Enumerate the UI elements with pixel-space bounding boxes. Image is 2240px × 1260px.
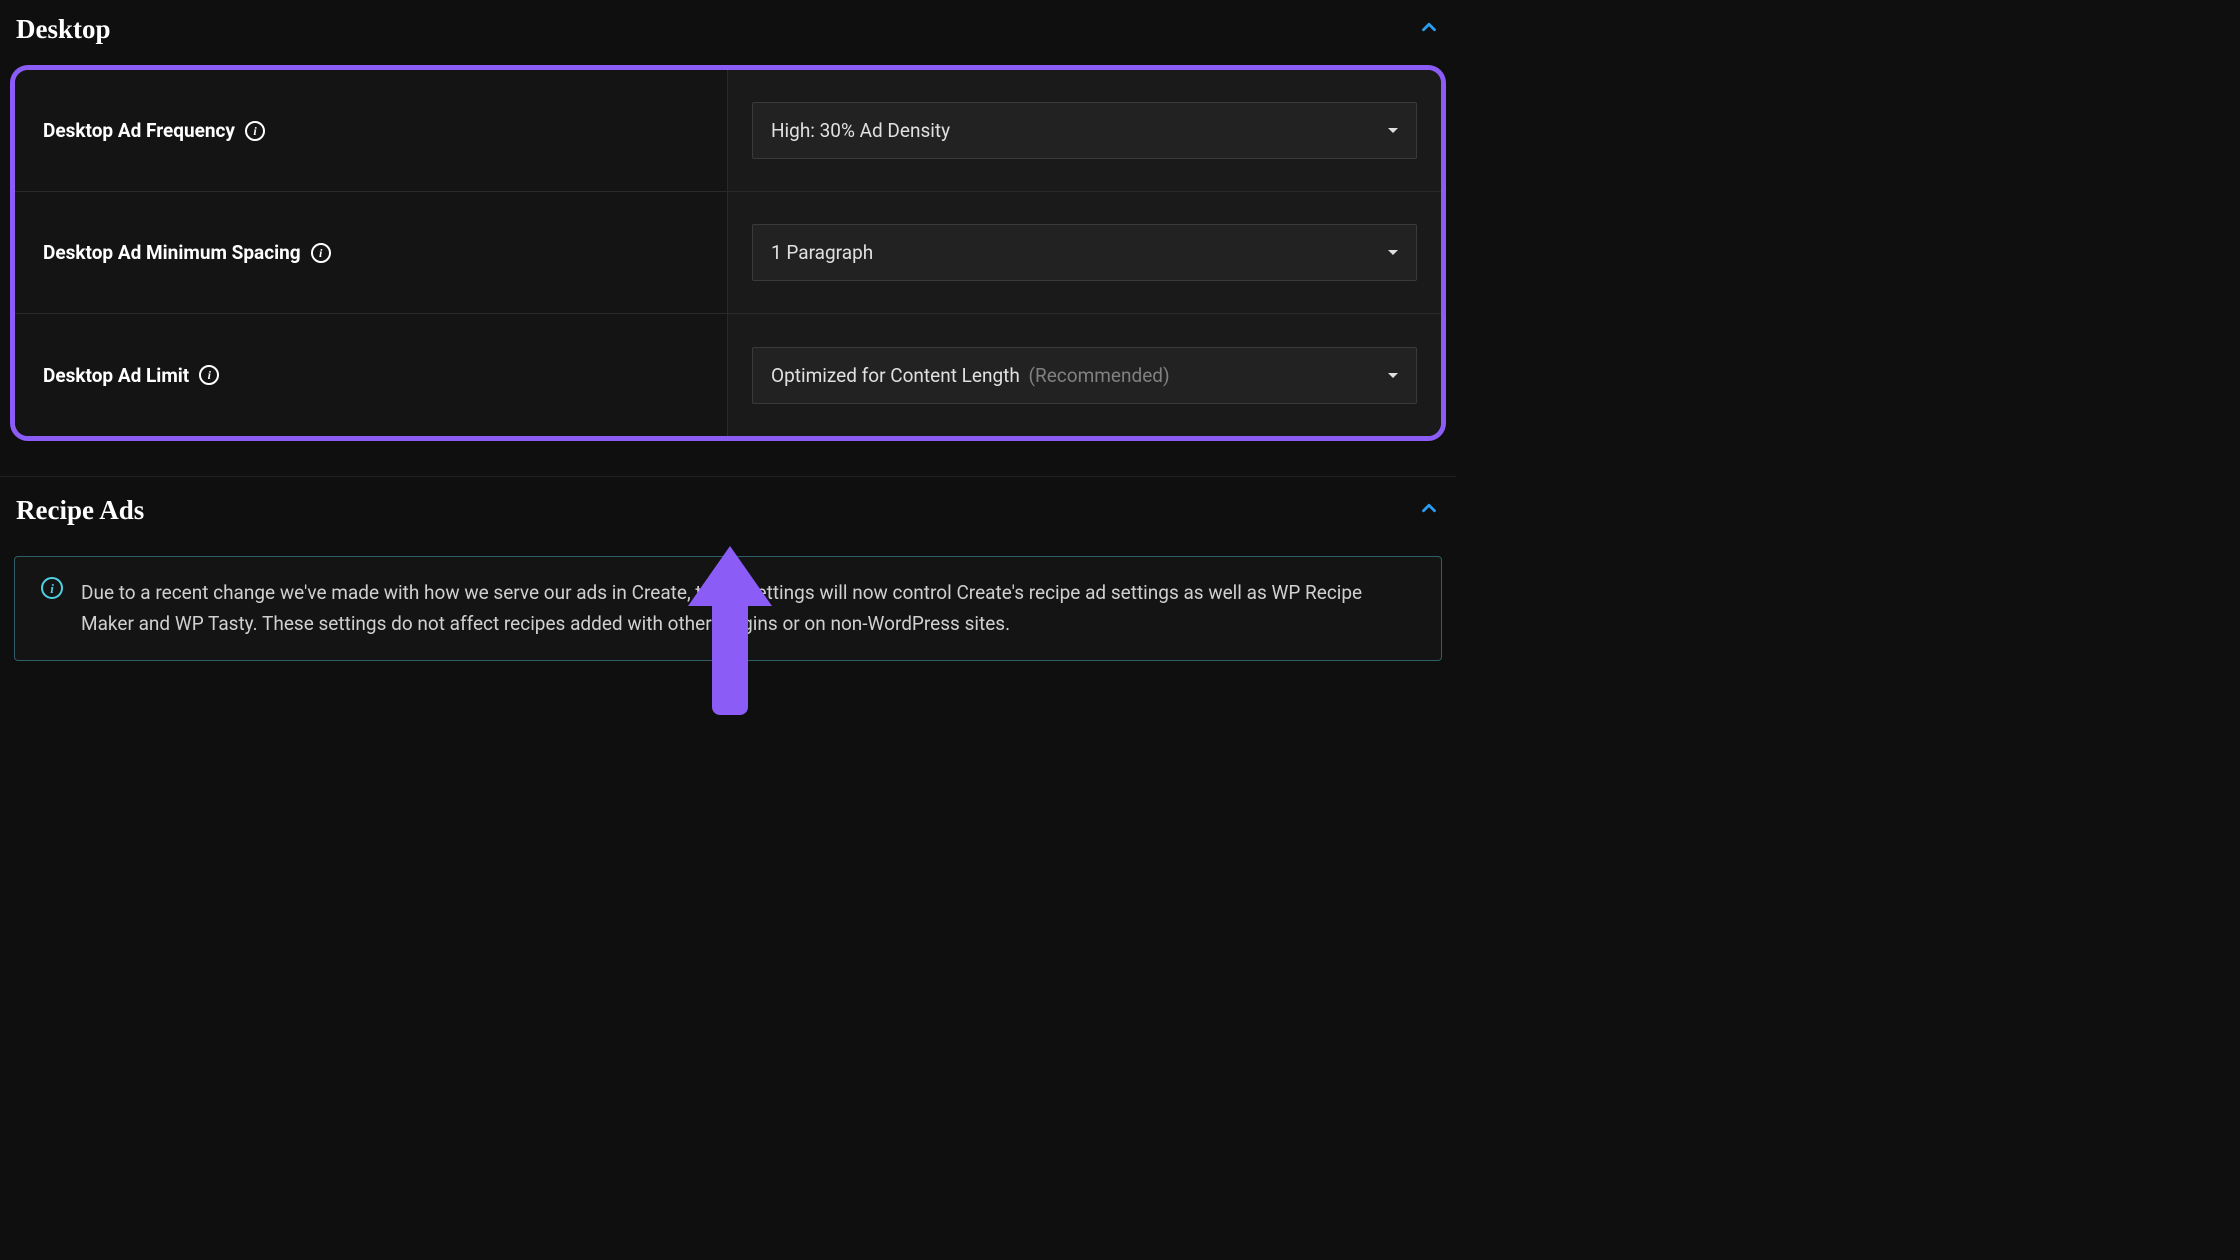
recipe-notice-text: Due to a recent change we've made with h… [81, 577, 1415, 640]
select-value: Optimized for Content Length [771, 364, 1020, 387]
desktop-section: Desktop Desktop Ad Frequency i High: 30%… [0, 0, 1456, 441]
setting-row-ad-min-spacing: Desktop Ad Minimum Spacing i 1 Paragraph [15, 192, 1441, 314]
setting-row-ad-limit: Desktop Ad Limit i Optimized for Content… [15, 314, 1441, 436]
recipe-section-header[interactable]: Recipe Ads [0, 477, 1456, 546]
recipe-ads-section: Recipe Ads i Due to a recent change we'v… [0, 477, 1456, 661]
caret-down-icon [1388, 128, 1398, 133]
desktop-section-title: Desktop [16, 14, 111, 45]
setting-label: Desktop Ad Limit [43, 364, 189, 387]
recipe-section-title: Recipe Ads [16, 495, 144, 526]
caret-down-icon [1388, 250, 1398, 255]
caret-down-icon [1388, 373, 1398, 378]
setting-label-cell: Desktop Ad Frequency i [15, 70, 728, 191]
setting-control-cell: High: 30% Ad Density [728, 70, 1441, 191]
settings-highlight-box: Desktop Ad Frequency i High: 30% Ad Dens… [10, 65, 1446, 441]
recipe-notice: i Due to a recent change we've made with… [14, 556, 1442, 661]
ad-limit-select[interactable]: Optimized for Content Length (Recommende… [752, 347, 1417, 404]
ad-frequency-select[interactable]: High: 30% Ad Density [752, 102, 1417, 159]
info-icon: i [41, 577, 63, 599]
ad-min-spacing-select[interactable]: 1 Paragraph [752, 224, 1417, 281]
setting-row-ad-frequency: Desktop Ad Frequency i High: 30% Ad Dens… [15, 70, 1441, 192]
setting-control-cell: 1 Paragraph [728, 192, 1441, 313]
info-icon[interactable]: i [199, 365, 219, 385]
desktop-section-header[interactable]: Desktop [0, 0, 1456, 59]
section-divider [0, 441, 1456, 477]
chevron-up-icon[interactable] [1418, 497, 1440, 524]
select-value: High: 30% Ad Density [771, 119, 950, 142]
setting-label-cell: Desktop Ad Limit i [15, 314, 728, 436]
select-hint: (Recommended) [1029, 364, 1170, 387]
info-icon[interactable]: i [311, 243, 331, 263]
info-icon[interactable]: i [245, 121, 265, 141]
chevron-up-icon[interactable] [1418, 16, 1440, 43]
select-value: 1 Paragraph [771, 241, 873, 264]
setting-label: Desktop Ad Minimum Spacing [43, 241, 301, 264]
setting-label: Desktop Ad Frequency [43, 119, 235, 142]
setting-control-cell: Optimized for Content Length (Recommende… [728, 314, 1441, 436]
setting-label-cell: Desktop Ad Minimum Spacing i [15, 192, 728, 313]
